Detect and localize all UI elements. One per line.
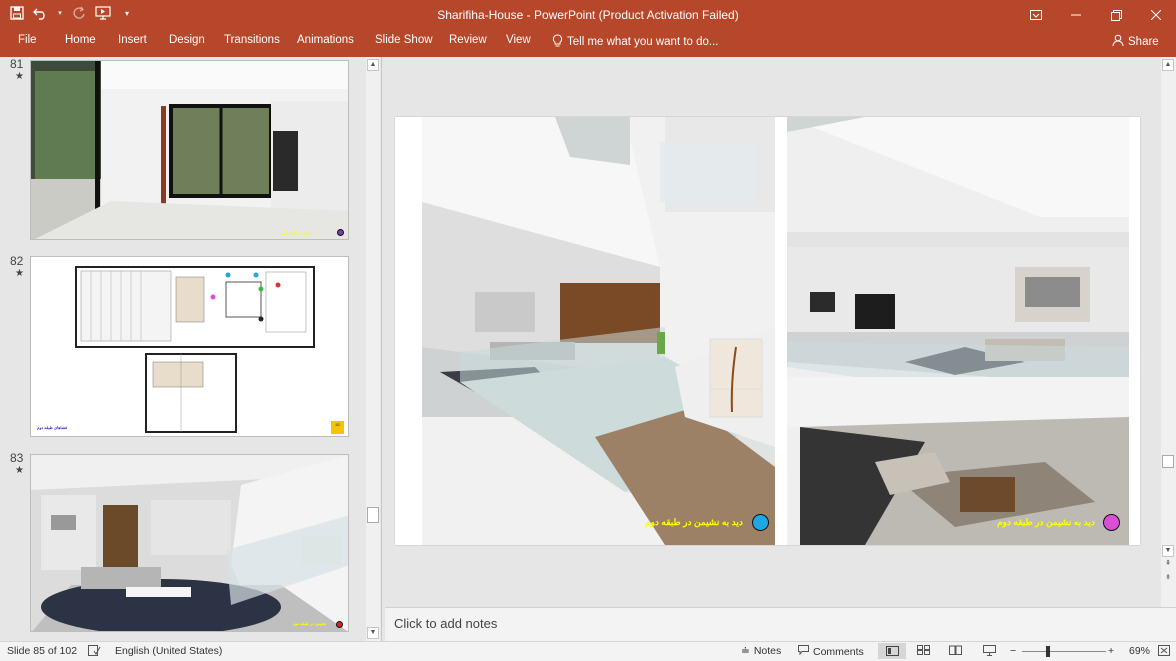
share-button[interactable]: Share [1112, 34, 1159, 49]
previous-slide-icon[interactable]: ⇞ [1162, 559, 1174, 571]
status-bar: Slide 85 of 102 English (United States) … [0, 641, 1176, 661]
slide-thumbnail-83[interactable]: نشیمن در طبقه دوم [30, 454, 349, 632]
comment-icon [798, 645, 809, 658]
tell-me-box[interactable]: Tell me what you want to do... [552, 34, 719, 50]
title-bar: ▾ ▾ Sharifiha-House - PowerPoint (Produc… [0, 0, 1176, 30]
slide-editor: دید به نشیمن در طبقه دوم دید به نشیمن در… [385, 57, 1176, 607]
thumbnail-badge: 82 [335, 422, 340, 427]
window-title: Sharifiha-House - PowerPoint (Product Ac… [437, 8, 739, 22]
current-slide[interactable]: دید به نشیمن در طبقه دوم دید به نشیمن در… [395, 117, 1140, 545]
notes-button[interactable]: ≐ Notes [741, 645, 781, 657]
scroll-down-icon[interactable]: ▼ [367, 627, 379, 639]
comments-button[interactable]: Comments [798, 645, 864, 658]
slide-sorter-icon[interactable] [917, 645, 930, 655]
tab-animations[interactable]: Animations [297, 34, 354, 46]
left-marker-dot-icon [752, 514, 769, 531]
notes-label: Notes [753, 645, 782, 657]
scroll-thumb[interactable] [367, 507, 379, 523]
thumbnails-scrollbar[interactable]: ▲ ▼ [366, 57, 380, 641]
notes-pane[interactable]: Click to add notes [385, 607, 1176, 641]
person-icon [1112, 34, 1124, 49]
slide-thumbnail-81[interactable]: نشیمن در طبقه اول [30, 60, 349, 240]
fit-slide-icon[interactable] [1158, 645, 1170, 656]
tab-design[interactable]: Design [169, 34, 205, 46]
slide-show-icon[interactable] [983, 645, 996, 656]
ribbon-display-options-icon[interactable] [1016, 0, 1056, 30]
animation-star-icon: ★ [15, 71, 24, 82]
tab-slide-show[interactable]: Slide Show [375, 34, 433, 46]
zoom-slider-thumb[interactable] [1046, 646, 1050, 657]
zoom-out-icon[interactable]: − [1010, 645, 1016, 657]
marker-dot-icon [337, 229, 344, 236]
tab-insert[interactable]: Insert [118, 34, 147, 46]
editor-scrollbar[interactable]: ▲ ▼ ⇞ ⇟ [1161, 57, 1176, 607]
notes-placeholder: Click to add notes [394, 616, 498, 631]
slide-photos [395, 117, 1140, 545]
slide-number: 83 [10, 451, 24, 465]
window-controls [1016, 0, 1176, 30]
slide-number: 82 [10, 254, 24, 268]
animation-star-icon: ★ [15, 268, 24, 279]
scroll-down-icon[interactable]: ▼ [1162, 545, 1174, 557]
animation-star-icon: ★ [15, 465, 24, 476]
spelling-icon[interactable] [88, 645, 101, 656]
slide-info-text: Slide 85 of 102 [7, 645, 78, 657]
tab-home[interactable]: Home [65, 34, 96, 46]
thumbnail-caption: فضاهای طبقه دوم [37, 425, 68, 430]
slide-indicator: Slide 85 of 102 [7, 645, 77, 657]
notes-icon: ≐ [741, 645, 750, 657]
zoom-level-text: 69% [1129, 645, 1151, 657]
thumbnail-photo-living-room [31, 61, 348, 239]
share-label: Share [1128, 35, 1159, 48]
tab-file[interactable]: File [18, 34, 37, 46]
reading-view-icon[interactable] [949, 645, 962, 655]
zoom-slider[interactable] [1022, 651, 1106, 652]
tab-transitions[interactable]: Transitions [224, 34, 280, 46]
comments-label: Comments [813, 645, 864, 658]
next-slide-icon[interactable]: ⇟ [1162, 573, 1174, 585]
minimize-icon[interactable] [1056, 0, 1096, 30]
normal-view-icon[interactable] [878, 643, 906, 659]
tab-review[interactable]: Review [449, 34, 487, 46]
right-photo [787, 117, 1129, 545]
slide-thumbnails-pane: 81 ★ نشیمن در طبقه اول 82 ★ فضاهای طبقه … [0, 57, 382, 641]
scroll-up-icon[interactable]: ▲ [367, 59, 379, 71]
restore-icon[interactable] [1096, 0, 1136, 30]
scroll-up-icon[interactable]: ▲ [1162, 59, 1174, 71]
scroll-thumb[interactable] [1162, 455, 1174, 468]
marker-dot-icon [336, 621, 343, 628]
thumbnail-photo-second-floor [31, 455, 348, 631]
zoom-in-icon[interactable]: + [1108, 645, 1114, 657]
right-marker-dot-icon [1103, 514, 1120, 531]
lightbulb-icon [552, 34, 563, 50]
language-indicator[interactable]: English (United States) [115, 645, 222, 657]
thumbnail-floor-plan [31, 257, 348, 436]
language-text: English (United States) [115, 645, 223, 657]
slide-thumbnail-82[interactable]: فضاهای طبقه دوم 82 [30, 256, 349, 437]
left-slide-caption: دید به نشیمن در طبقه دوم [645, 517, 743, 527]
left-photo [422, 117, 775, 545]
slide-number: 81 [10, 57, 24, 71]
close-icon[interactable] [1136, 0, 1176, 30]
zoom-level[interactable]: 69% [1129, 645, 1150, 657]
ribbon-tabs: File Home Insert Design Transitions Anim… [0, 30, 1176, 57]
tab-view[interactable]: View [506, 34, 531, 46]
tell-me-label: Tell me what you want to do... [567, 36, 719, 48]
thumbnail-caption: نشیمن در طبقه اول [281, 230, 314, 235]
right-slide-caption: دید به نشیمن در طبقه دوم [997, 517, 1095, 527]
thumbnail-caption: نشیمن در طبقه دوم [292, 621, 326, 626]
